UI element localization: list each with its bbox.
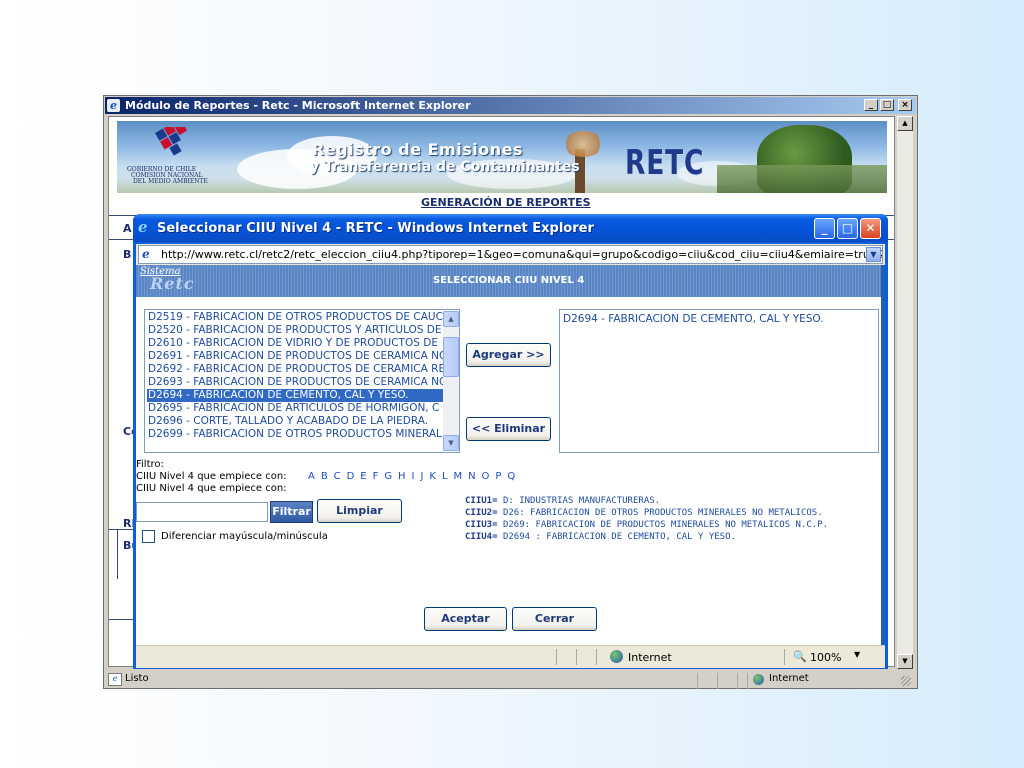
list-scrollbar[interactable]: ▲ ▼ (443, 311, 459, 451)
popup-header-title: SELECCIONAR CIIU NIVEL 4 (433, 275, 585, 286)
outer-zone-text: Internet (769, 673, 809, 684)
page-icon: e (142, 247, 150, 261)
page-icon: e (108, 673, 122, 686)
ciiu3-value: D269: FABRICACION DE PRODUCTOS MINERALES… (502, 520, 829, 530)
outer-status-text: Listo (125, 673, 149, 684)
list-item[interactable]: D2692 - FABRICACION DE PRODUCTOS DE CERA… (147, 363, 443, 376)
checkbox-label: Diferenciar mayúscula/minúscula (161, 531, 328, 542)
filter-input[interactable] (136, 502, 268, 522)
popup-content: Sistema Retc SELECCIONAR CIIU NIVEL 4 D2… (136, 265, 885, 645)
filter-line-1: CIIU Nivel 4 que empiece con: (136, 471, 287, 482)
remove-button[interactable]: << Eliminar (466, 417, 551, 441)
outer-window-title: Módulo de Reportes - Retc - Microsoft In… (125, 99, 471, 112)
address-field[interactable]: e http://www.retc.cl/retc2/retc_eleccion… (138, 245, 883, 264)
ciiu1-value: D: INDUSTRIAS MANUFACTURERAS. (502, 496, 661, 506)
retc-banner: GOBIERNO DE CHILE COMISION NACIONAL DEL … (117, 121, 887, 193)
ciiu2-value: D26: FABRICACION DE OTROS PRODUCTOS MINE… (502, 508, 823, 518)
address-url: http://www.retc.cl/retc2/retc_eleccion_c… (161, 248, 883, 261)
ciiu4-key: CIIU4= (465, 532, 498, 542)
chevron-down-icon[interactable]: ▼ (854, 650, 860, 659)
page-heading: GENERACIÓN DE REPORTES (421, 196, 591, 209)
ie-icon: e (107, 99, 120, 112)
side-label-a: A (123, 222, 132, 235)
scroll-thumb[interactable] (443, 337, 459, 377)
letter-filter-links[interactable]: A B C D E F G H I J K L M N O P Q (308, 471, 517, 482)
list-item[interactable]: D2699 - FABRICACION DE OTROS PRODUCTOS M… (147, 428, 443, 441)
popup-maximize-button[interactable]: □ (837, 218, 858, 239)
filter-button[interactable]: Filtrar (270, 501, 313, 523)
selected-list-item[interactable]: D2694 - FABRICACION DE CEMENTO, CAL Y YE… (563, 313, 824, 325)
ciiu1-key: CIIU1= (465, 496, 498, 506)
close-dialog-button[interactable]: Cerrar (512, 607, 597, 631)
scroll-up-icon[interactable]: ▲ (443, 311, 459, 327)
popup-side-accent (881, 265, 885, 645)
list-item[interactable]: D2695 - FABRICACION DE ARTICULOS DE HORM… (147, 402, 443, 415)
add-button[interactable]: Agregar >> (466, 343, 551, 367)
list-item[interactable]: D2693 - FABRICACION DE PRODUCTOS DE CERA… (147, 376, 443, 389)
popup-close-button[interactable]: ✕ (860, 218, 881, 239)
list-item[interactable]: D2696 - CORTE, TALLADO Y ACABADO DE LA P… (147, 415, 443, 428)
clear-button[interactable]: Limpiar (317, 499, 402, 523)
globe-icon (753, 674, 764, 685)
outer-status-bar: e Listo Internet (105, 670, 916, 689)
address-bar: e http://www.retc.cl/retc2/retc_eleccion… (136, 244, 885, 265)
list-item[interactable]: D2519 - FABRICACION DE OTROS PRODUCTOS D… (147, 311, 443, 324)
gov-line-3: DEL MEDIO AMBIENTE (133, 178, 208, 185)
zoom-level[interactable]: 100% (810, 651, 841, 664)
outer-title-bar[interactable]: e Módulo de Reportes - Retc - Microsoft … (105, 97, 916, 114)
accept-button[interactable]: Aceptar (424, 607, 507, 631)
chevron-down-icon[interactable]: ▼ (866, 247, 881, 262)
popup-header-band: Sistema Retc SELECCIONAR CIIU NIVEL 4 (136, 265, 885, 297)
scroll-down-icon[interactable]: ▼ (897, 654, 913, 669)
list-item-selected[interactable]: D2694 - FABRICACION DE CEMENTO, CAL Y YE… (147, 389, 443, 402)
scroll-down-icon[interactable]: ▼ (443, 435, 459, 451)
filter-line-2: CIIU Nivel 4 que empiece con: (136, 483, 287, 494)
popup-title-bar[interactable]: e Seleccionar CIIU Nivel 4 - RETC - Wind… (133, 214, 888, 242)
banner-subtitle: y Transferencia de Contaminantes (310, 159, 580, 175)
close-button[interactable]: × (898, 99, 912, 111)
list-item[interactable]: D2610 - FABRICACION DE VIDRIO Y DE PRODU… (147, 337, 443, 350)
government-logo: GOBIERNO DE CHILE COMISION NACIONAL DEL … (127, 127, 208, 189)
ciiu-selected-list[interactable]: D2694 - FABRICACION DE CEMENTO, CAL Y YE… (559, 309, 879, 453)
retc-logo: Retc (150, 274, 195, 293)
banner-title: Registro de Emisiones (312, 140, 523, 159)
resize-grip-icon[interactable] (901, 676, 911, 686)
outer-vertical-scrollbar[interactable]: ▲ ▼ (897, 116, 913, 669)
maximize-button[interactable]: □ (880, 99, 894, 111)
globe-icon (610, 650, 623, 663)
ciiu3-key: CIIU3= (465, 520, 498, 530)
banner-brand: RETC (625, 143, 705, 183)
popup-status-bar: Internet 🔍 100% ▼ (136, 645, 885, 668)
popup-zone-text: Internet (628, 651, 672, 664)
case-sensitive-checkbox[interactable] (142, 530, 155, 543)
ciiu-source-list[interactable]: D2519 - FABRICACION DE OTROS PRODUCTOS D… (144, 309, 460, 453)
popup-window-title: Seleccionar CIIU Nivel 4 - RETC - Window… (157, 221, 594, 236)
scroll-up-icon[interactable]: ▲ (897, 116, 913, 131)
list-item[interactable]: D2691 - FABRICACION DE PRODUCTOS DE CERA… (147, 350, 443, 363)
list-item[interactable]: D2520 - FABRICACION DE PRODUCTOS Y ARTIC… (147, 324, 443, 337)
popup-minimize-button[interactable]: _ (814, 218, 835, 239)
minimize-button[interactable]: _ (864, 99, 878, 111)
side-label-b: B (123, 248, 132, 261)
ciiu2-key: CIIU2= (465, 508, 498, 518)
ciiu4-value: D2694 : FABRICACION DE CEMENTO, CAL Y YE… (502, 532, 736, 542)
filter-label: Filtro: (136, 459, 164, 470)
ie-icon: e (138, 218, 148, 236)
zoom-icon: 🔍 (793, 650, 807, 663)
ciiu-popup-window: e Seleccionar CIIU Nivel 4 - RETC - Wind… (133, 214, 888, 669)
